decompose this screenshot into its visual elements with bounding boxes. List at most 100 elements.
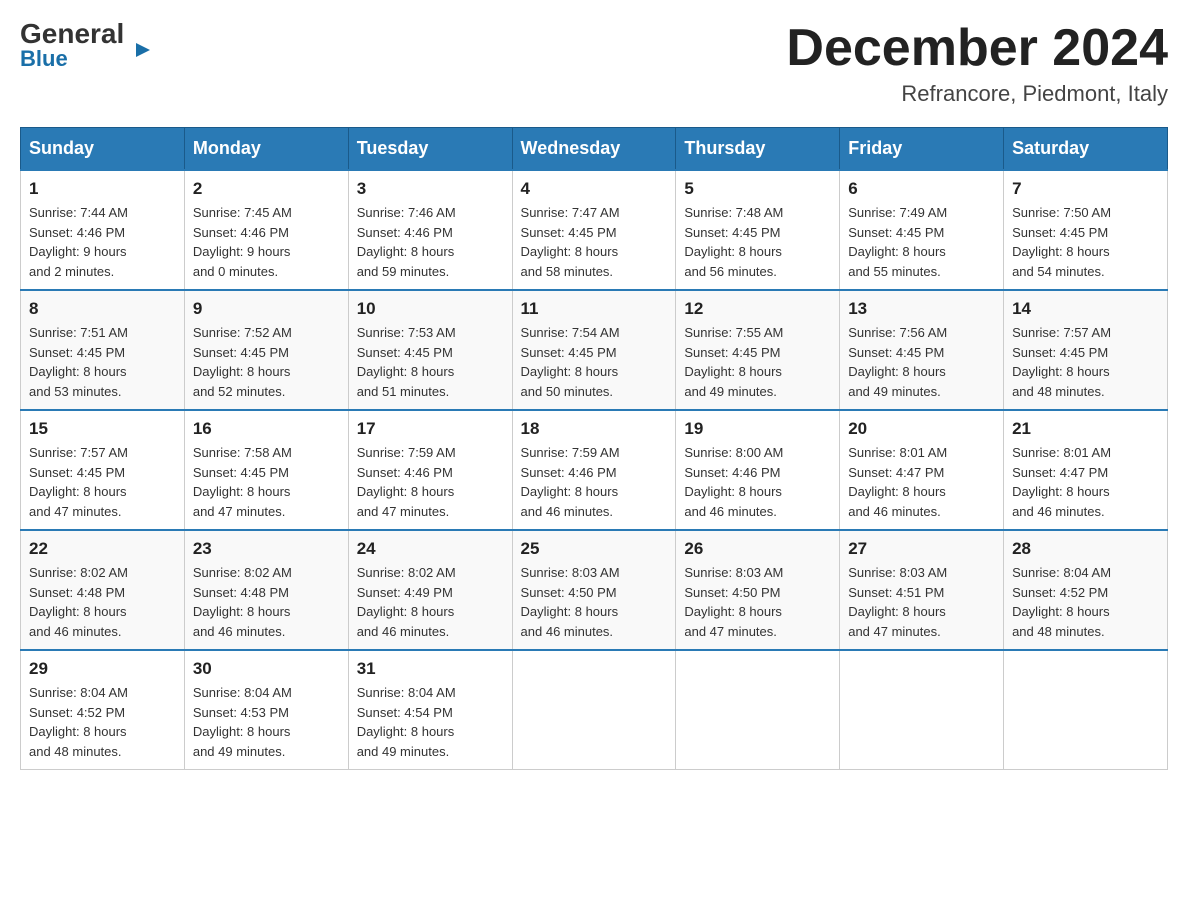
calendar-day-cell: 2Sunrise: 7:45 AMSunset: 4:46 PMDaylight… bbox=[184, 170, 348, 290]
col-tuesday: Tuesday bbox=[348, 128, 512, 171]
title-area: December 2024 Refrancore, Piedmont, Ital… bbox=[786, 20, 1168, 107]
calendar-week-row-1: 1 Sunrise: 7:44 AMSunset: 4:46 PMDaylight… bbox=[21, 170, 1168, 290]
day-number: 6 bbox=[848, 179, 995, 199]
day-info: Sunrise: 8:00 AMSunset: 4:46 PMDaylight:… bbox=[684, 443, 831, 521]
day-number: 5 bbox=[684, 179, 831, 199]
col-wednesday: Wednesday bbox=[512, 128, 676, 171]
day-info: Sunrise: 7:44 AMSunset: 4:46 PMDaylight:… bbox=[29, 203, 176, 281]
day-number: 18 bbox=[521, 419, 668, 439]
day-number: 2 bbox=[193, 179, 340, 199]
calendar-day-cell: 3 Sunrise: 7:46 AMSunset: 4:46 PMDaylight… bbox=[348, 170, 512, 290]
day-number: 20 bbox=[848, 419, 995, 439]
calendar-day-cell: 8 Sunrise: 7:51 AMSunset: 4:45 PMDaylight… bbox=[21, 290, 185, 410]
day-number: 29 bbox=[29, 659, 176, 679]
calendar-day-cell: 16 Sunrise: 7:58 AMSunset: 4:45 PMDayligh… bbox=[184, 410, 348, 530]
day-number: 30 bbox=[193, 659, 340, 679]
calendar-day-cell: 25Sunrise: 8:03 AMSunset: 4:50 PMDayligh… bbox=[512, 530, 676, 650]
day-info: Sunrise: 8:02 AMSunset: 4:49 PMDaylight:… bbox=[357, 563, 504, 641]
logo-blue: Blue bbox=[20, 46, 68, 72]
day-info: Sunrise: 8:04 AMSunset: 4:54 PMDaylight:… bbox=[357, 683, 504, 761]
col-sunday: Sunday bbox=[21, 128, 185, 171]
calendar-day-cell: 26Sunrise: 8:03 AMSunset: 4:50 PMDayligh… bbox=[676, 530, 840, 650]
day-info: Sunrise: 7:54 AMSunset: 4:45 PMDaylight:… bbox=[521, 323, 668, 401]
day-number: 10 bbox=[357, 299, 504, 319]
day-number: 9 bbox=[193, 299, 340, 319]
col-monday: Monday bbox=[184, 128, 348, 171]
day-number: 27 bbox=[848, 539, 995, 559]
calendar-day-cell: 27 Sunrise: 8:03 AMSunset: 4:51 PMDayligh… bbox=[840, 530, 1004, 650]
day-number: 23 bbox=[193, 539, 340, 559]
calendar-day-cell: 11 Sunrise: 7:54 AMSunset: 4:45 PMDayligh… bbox=[512, 290, 676, 410]
page-header: General Blue December 2024 Refrancore, P… bbox=[20, 20, 1168, 107]
calendar-day-cell: 14Sunrise: 7:57 AMSunset: 4:45 PMDayligh… bbox=[1004, 290, 1168, 410]
logo-general: General bbox=[20, 20, 136, 48]
calendar-day-cell: 18 Sunrise: 7:59 AMSunset: 4:46 PMDayligh… bbox=[512, 410, 676, 530]
day-info: Sunrise: 7:51 AMSunset: 4:45 PMDaylight:… bbox=[29, 323, 176, 401]
day-number: 13 bbox=[848, 299, 995, 319]
day-info: Sunrise: 7:46 AMSunset: 4:46 PMDaylight:… bbox=[357, 203, 504, 281]
col-friday: Friday bbox=[840, 128, 1004, 171]
day-number: 24 bbox=[357, 539, 504, 559]
day-number: 14 bbox=[1012, 299, 1159, 319]
day-number: 8 bbox=[29, 299, 176, 319]
day-number: 22 bbox=[29, 539, 176, 559]
calendar-day-cell: 24 Sunrise: 8:02 AMSunset: 4:49 PMDayligh… bbox=[348, 530, 512, 650]
day-number: 11 bbox=[521, 299, 668, 319]
calendar-day-cell: 1 Sunrise: 7:44 AMSunset: 4:46 PMDaylight… bbox=[21, 170, 185, 290]
calendar-day-cell: 21 Sunrise: 8:01 AMSunset: 4:47 PMDayligh… bbox=[1004, 410, 1168, 530]
day-number: 3 bbox=[357, 179, 504, 199]
day-info: Sunrise: 8:04 AMSunset: 4:52 PMDaylight:… bbox=[29, 683, 176, 761]
calendar-day-cell: 30 Sunrise: 8:04 AMSunset: 4:53 PMDayligh… bbox=[184, 650, 348, 770]
day-number: 4 bbox=[521, 179, 668, 199]
day-info: Sunrise: 8:01 AMSunset: 4:47 PMDaylight:… bbox=[1012, 443, 1159, 521]
day-info: Sunrise: 7:59 AMSunset: 4:46 PMDaylight:… bbox=[357, 443, 504, 521]
day-info: Sunrise: 7:57 AMSunset: 4:45 PMDaylight:… bbox=[29, 443, 176, 521]
day-number: 16 bbox=[193, 419, 340, 439]
calendar-day-cell: 19 Sunrise: 8:00 AMSunset: 4:46 PMDayligh… bbox=[676, 410, 840, 530]
day-number: 1 bbox=[29, 179, 176, 199]
calendar-day-cell: 6 Sunrise: 7:49 AMSunset: 4:45 PMDaylight… bbox=[840, 170, 1004, 290]
day-info: Sunrise: 8:02 AMSunset: 4:48 PMDaylight:… bbox=[193, 563, 340, 641]
calendar-week-row-3: 15 Sunrise: 7:57 AMSunset: 4:45 PMDayligh… bbox=[21, 410, 1168, 530]
day-number: 15 bbox=[29, 419, 176, 439]
calendar-day-cell bbox=[676, 650, 840, 770]
calendar-day-cell: 10 Sunrise: 7:53 AMSunset: 4:45 PMDayligh… bbox=[348, 290, 512, 410]
calendar-day-cell: 28Sunrise: 8:04 AMSunset: 4:52 PMDayligh… bbox=[1004, 530, 1168, 650]
day-number: 26 bbox=[684, 539, 831, 559]
logo: General Blue bbox=[20, 20, 136, 72]
calendar-day-cell: 7Sunrise: 7:50 AMSunset: 4:45 PMDaylight… bbox=[1004, 170, 1168, 290]
day-info: Sunrise: 7:53 AMSunset: 4:45 PMDaylight:… bbox=[357, 323, 504, 401]
calendar-day-cell: 29 Sunrise: 8:04 AMSunset: 4:52 PMDayligh… bbox=[21, 650, 185, 770]
day-info: Sunrise: 7:55 AMSunset: 4:45 PMDaylight:… bbox=[684, 323, 831, 401]
calendar-day-cell: 4 Sunrise: 7:47 AMSunset: 4:45 PMDaylight… bbox=[512, 170, 676, 290]
calendar-week-row-5: 29 Sunrise: 8:04 AMSunset: 4:52 PMDayligh… bbox=[21, 650, 1168, 770]
day-info: Sunrise: 7:59 AMSunset: 4:46 PMDaylight:… bbox=[521, 443, 668, 521]
calendar-title: December 2024 bbox=[786, 20, 1168, 77]
calendar-day-cell: 9 Sunrise: 7:52 AMSunset: 4:45 PMDaylight… bbox=[184, 290, 348, 410]
calendar-week-row-4: 22 Sunrise: 8:02 AMSunset: 4:48 PMDayligh… bbox=[21, 530, 1168, 650]
calendar-day-cell bbox=[512, 650, 676, 770]
day-number: 31 bbox=[357, 659, 504, 679]
day-number: 21 bbox=[1012, 419, 1159, 439]
day-info: Sunrise: 7:49 AMSunset: 4:45 PMDaylight:… bbox=[848, 203, 995, 281]
day-number: 19 bbox=[684, 419, 831, 439]
day-info: Sunrise: 8:04 AMSunset: 4:53 PMDaylight:… bbox=[193, 683, 340, 761]
calendar-day-cell: 12 Sunrise: 7:55 AMSunset: 4:45 PMDayligh… bbox=[676, 290, 840, 410]
calendar-subtitle: Refrancore, Piedmont, Italy bbox=[786, 81, 1168, 107]
calendar-day-cell: 31 Sunrise: 8:04 AMSunset: 4:54 PMDayligh… bbox=[348, 650, 512, 770]
calendar-header-row: Sunday Monday Tuesday Wednesday Thursday… bbox=[21, 128, 1168, 171]
day-info: Sunrise: 8:03 AMSunset: 4:51 PMDaylight:… bbox=[848, 563, 995, 641]
day-info: Sunrise: 7:56 AMSunset: 4:45 PMDaylight:… bbox=[848, 323, 995, 401]
calendar-day-cell: 5 Sunrise: 7:48 AMSunset: 4:45 PMDaylight… bbox=[676, 170, 840, 290]
day-info: Sunrise: 8:02 AMSunset: 4:48 PMDaylight:… bbox=[29, 563, 176, 641]
day-info: Sunrise: 7:47 AMSunset: 4:45 PMDaylight:… bbox=[521, 203, 668, 281]
day-info: Sunrise: 7:52 AMSunset: 4:45 PMDaylight:… bbox=[193, 323, 340, 401]
calendar-day-cell: 22 Sunrise: 8:02 AMSunset: 4:48 PMDayligh… bbox=[21, 530, 185, 650]
calendar-week-row-2: 8 Sunrise: 7:51 AMSunset: 4:45 PMDaylight… bbox=[21, 290, 1168, 410]
day-number: 28 bbox=[1012, 539, 1159, 559]
day-info: Sunrise: 7:48 AMSunset: 4:45 PMDaylight:… bbox=[684, 203, 831, 281]
day-info: Sunrise: 7:58 AMSunset: 4:45 PMDaylight:… bbox=[193, 443, 340, 521]
calendar-day-cell: 20Sunrise: 8:01 AMSunset: 4:47 PMDayligh… bbox=[840, 410, 1004, 530]
day-number: 12 bbox=[684, 299, 831, 319]
calendar-day-cell bbox=[1004, 650, 1168, 770]
